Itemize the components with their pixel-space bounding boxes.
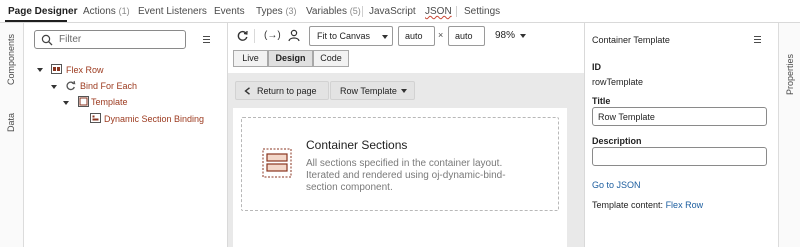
tab-variables[interactable]: Variables (5) (306, 6, 361, 17)
filter-placeholder: Filter (59, 34, 82, 45)
section-title: Container Sections (306, 138, 408, 152)
description-label: Description (592, 136, 642, 146)
container-sections-icon (262, 148, 292, 178)
tab-page-designer[interactable]: Page Designer (8, 6, 77, 17)
template-icon (78, 96, 89, 107)
chevron-down-icon (382, 35, 388, 39)
go-to-json-link[interactable]: Go to JSON (592, 180, 641, 190)
tree-item-flex-row[interactable]: Flex Row (66, 65, 104, 75)
fit-to-canvas-select[interactable]: Fit to Canvas (309, 26, 393, 46)
tree-item-dynamic-section-binding[interactable]: Dynamic Section Binding (104, 114, 204, 124)
right-vertical-tabs: Properties (778, 23, 800, 247)
canvas-width-input[interactable]: auto (398, 26, 435, 46)
tab-settings[interactable]: Settings (464, 6, 500, 17)
tab-events[interactable]: Events (214, 6, 245, 17)
tree-item-template[interactable]: Template (91, 97, 128, 107)
top-tab-bar: Page Designer Actions (1) Event Listener… (0, 0, 800, 23)
id-value: rowTemplate (592, 77, 644, 87)
title-field[interactable]: Row Template (592, 107, 767, 126)
mode-design[interactable]: Design (268, 50, 313, 67)
toolbar-separator (254, 29, 255, 43)
tab-actions[interactable]: Actions (1) (83, 6, 130, 17)
expand-caret-icon[interactable] (51, 85, 57, 89)
search-icon (41, 34, 53, 46)
page-designer-window: Page Designer Actions (1) Event Listener… (0, 0, 800, 247)
properties-header: Container Template (592, 35, 670, 45)
return-to-page-label: Return to page (257, 86, 317, 96)
tab-separator (362, 6, 363, 17)
arrow-left-icon (244, 87, 250, 95)
filter-input[interactable]: Filter (34, 30, 186, 49)
components-tab[interactable]: Components (6, 34, 16, 85)
section-desc-line-1: All sections specified in the container … (306, 158, 503, 169)
dynamic-section-icon (90, 113, 101, 123)
section-desc-line-3: section component. (306, 182, 393, 193)
properties-tab[interactable]: Properties (785, 54, 795, 95)
structure-menu-icon[interactable] (203, 35, 211, 44)
section-desc-line-2: Iterated and rendered using oj-dynamic-b… (306, 170, 506, 181)
canvas-width-value: auto (405, 31, 423, 41)
zoom-level[interactable]: 98% (495, 30, 515, 41)
refresh-icon[interactable] (236, 29, 249, 42)
row-template-select[interactable]: Row Template (330, 81, 415, 100)
canvas-height-input[interactable]: auto (448, 26, 485, 46)
tree-item-bind-for-each[interactable]: Bind For Each (80, 81, 137, 91)
expand-caret-icon[interactable] (37, 68, 43, 72)
properties-menu-icon[interactable] (754, 35, 762, 44)
tab-event-listeners[interactable]: Event Listeners (138, 6, 207, 17)
properties-divider[interactable] (584, 23, 585, 247)
loop-icon (66, 80, 76, 91)
flex-row-icon (51, 64, 62, 74)
return-to-page-button[interactable]: Return to page (235, 81, 329, 100)
active-tab-indicator (5, 20, 67, 22)
user-icon[interactable] (288, 29, 300, 42)
variables-toggle-icon[interactable]: (→) (264, 30, 281, 41)
description-field[interactable] (592, 147, 767, 166)
canvas-height-value: auto (455, 31, 473, 41)
container-sections-placeholder[interactable]: Container Sections All sections specifie… (241, 117, 559, 211)
fit-to-canvas-label: Fit to Canvas (317, 31, 371, 41)
template-content: Template content: Flex Row (592, 200, 703, 210)
template-content-label: Template content: (592, 200, 664, 210)
expand-caret-icon[interactable] (63, 101, 69, 105)
row-template-label: Row Template (340, 86, 397, 96)
chevron-down-icon (401, 89, 407, 93)
tab-javascript[interactable]: JavaScript (369, 6, 416, 17)
left-vertical-tabs: Components Data (0, 23, 24, 247)
tab-types[interactable]: Types (3) (256, 6, 296, 17)
dimension-times: × (438, 30, 444, 40)
title-label: Title (592, 96, 611, 106)
id-label: ID (592, 62, 601, 72)
data-tab[interactable]: Data (6, 113, 16, 132)
zoom-chevron-icon[interactable] (520, 34, 526, 38)
mode-live[interactable]: Live (233, 50, 268, 67)
template-content-link[interactable]: Flex Row (666, 200, 704, 210)
tab-json[interactable]: JSON (425, 6, 452, 17)
mode-code[interactable]: Code (313, 50, 349, 67)
tab-separator (456, 6, 457, 17)
